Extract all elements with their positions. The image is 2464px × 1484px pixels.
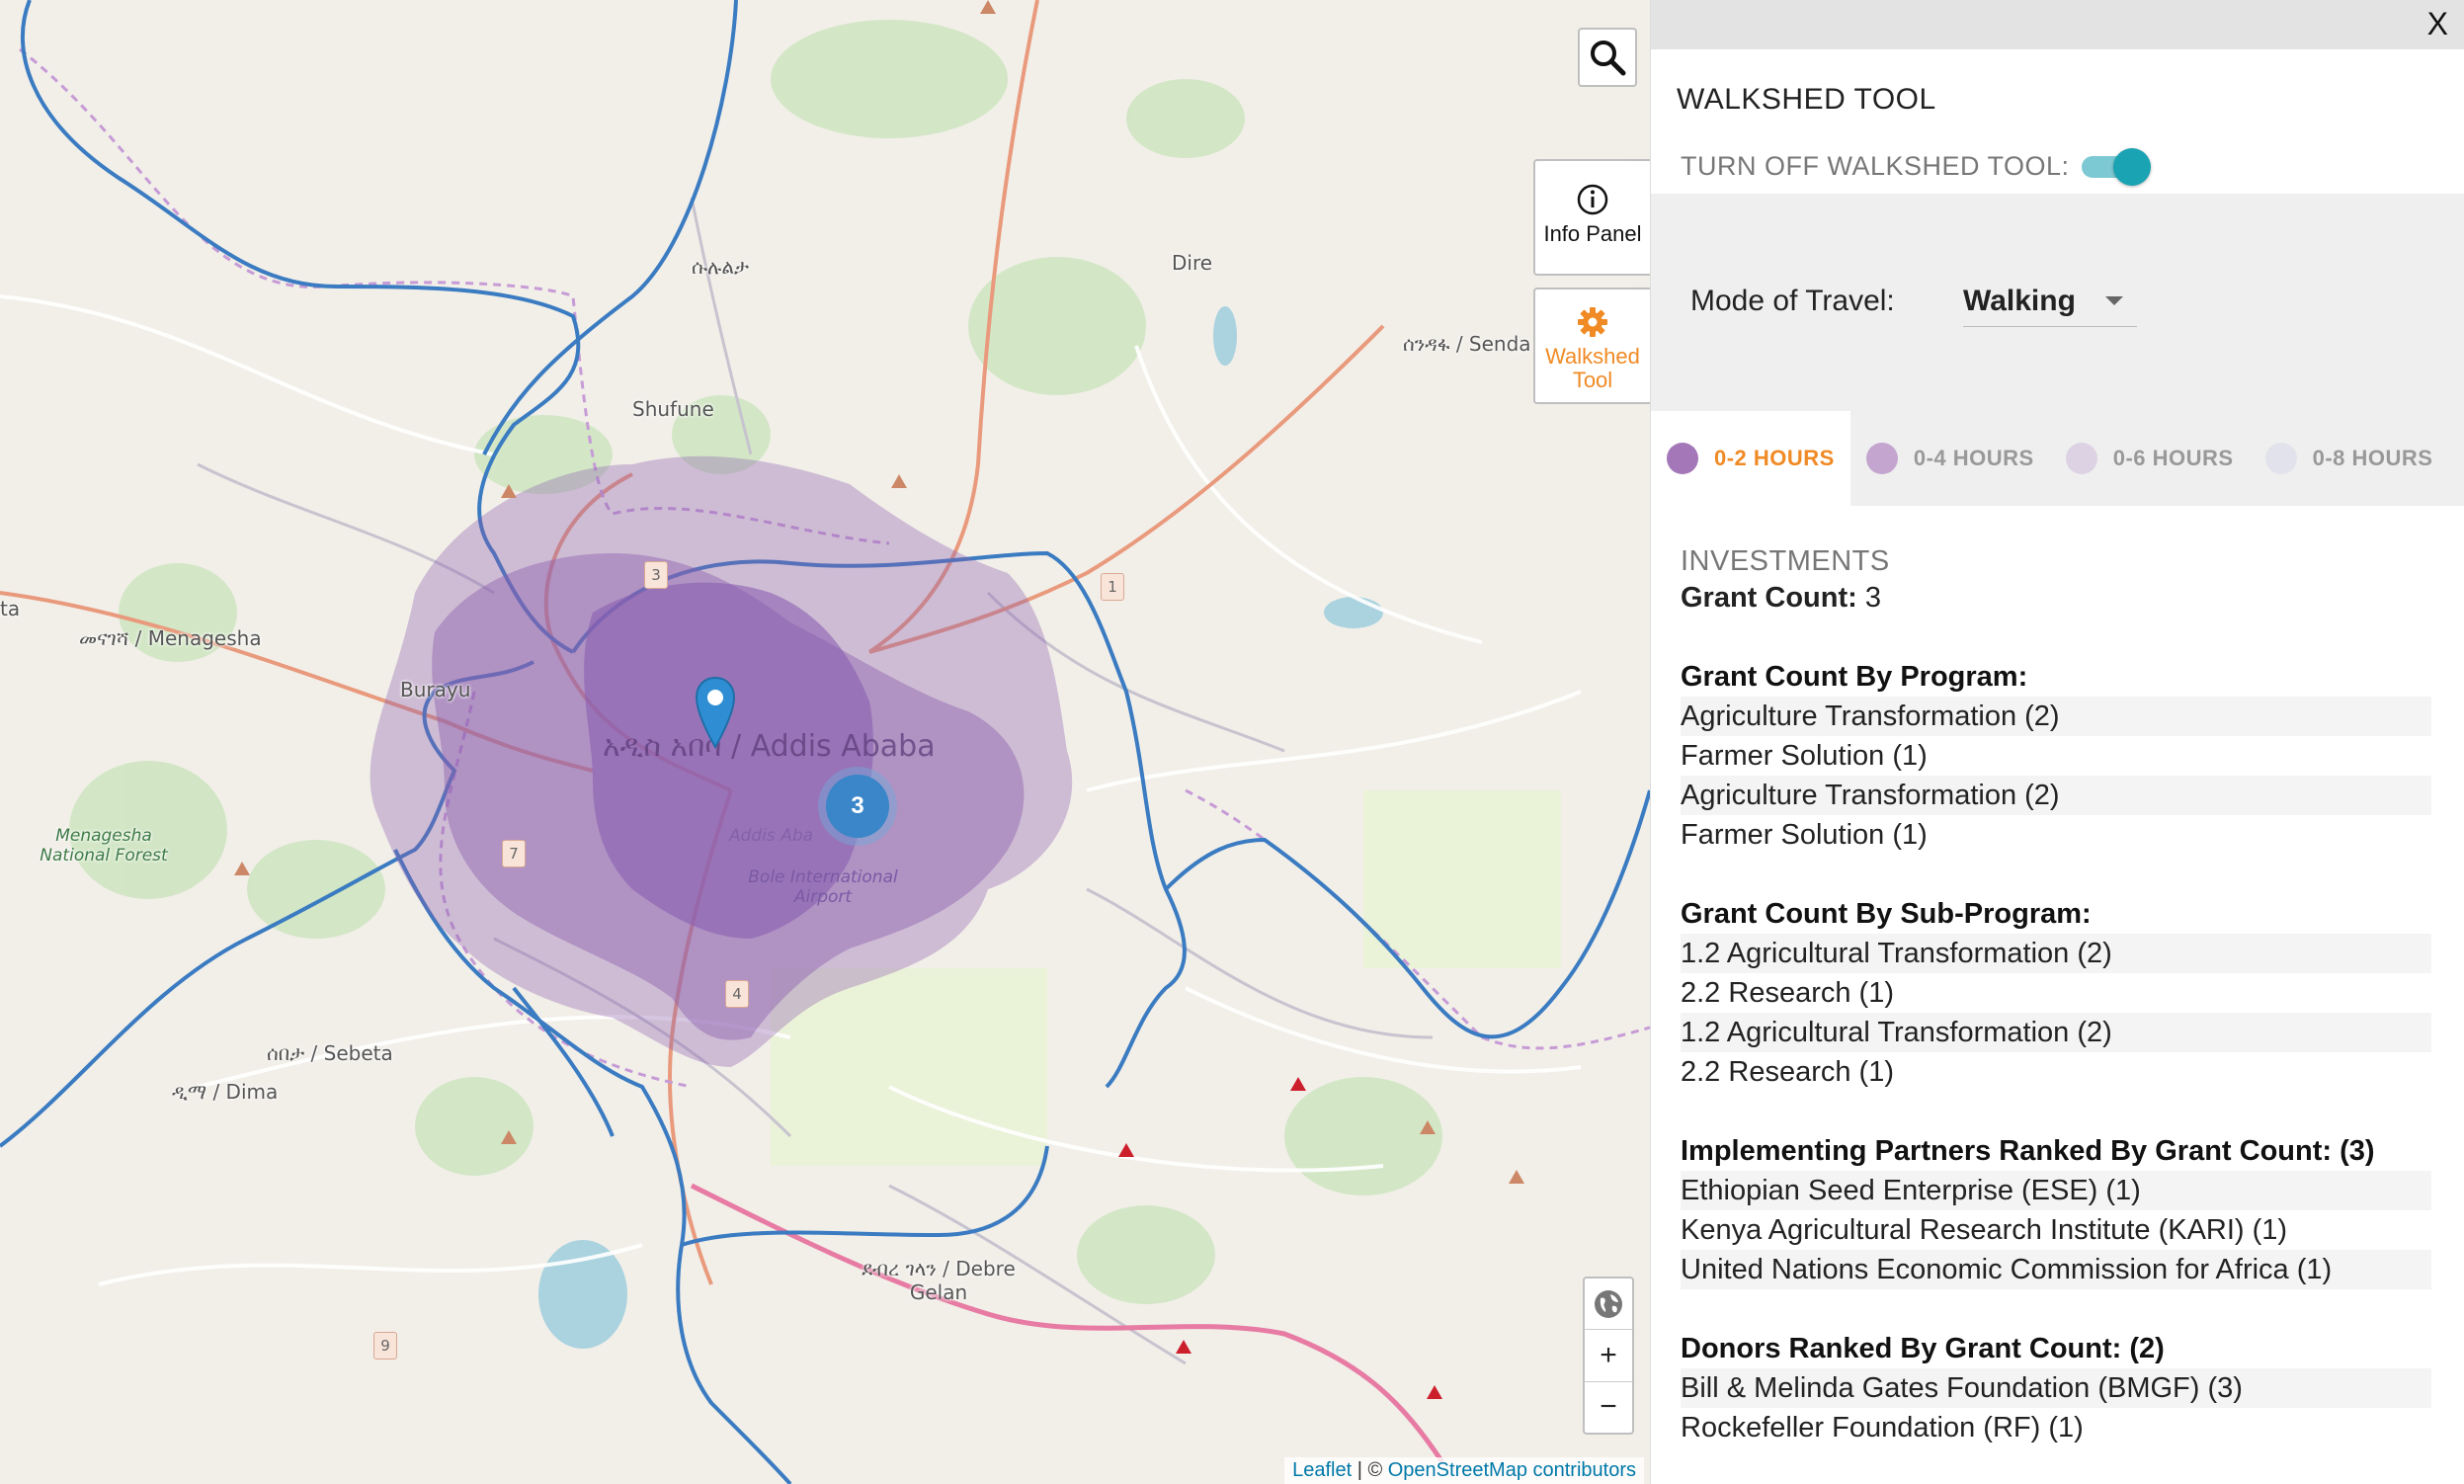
map-attribution: Leaflet | © OpenStreetMap contributors [1284,1457,1644,1484]
leaflet-link[interactable]: Leaflet [1292,1459,1352,1481]
hours-tab[interactable]: 0-2 HOURS [1651,411,1850,506]
map-label-ta: ta [0,597,21,620]
program-list-item: Agriculture Transformation (2) [1681,697,2431,736]
hours-tab-label: 0-2 HOURS [1714,446,1835,470]
osm-link[interactable]: OpenStreetMap contributors [1388,1459,1636,1481]
map-pin-icon[interactable] [695,676,736,749]
partner-list-item: United Nations Economic Commission for A… [1681,1250,2431,1289]
by-program-title: Grant Count By Program: [1681,661,2028,693]
map-label-sebeta: ሰበታ / Sebeta [267,1041,393,1065]
info-panel-button[interactable]: Info Panel [1533,159,1650,276]
map-label-shufune: Shufune [632,397,714,421]
gear-icon [1578,307,1607,337]
globe-icon [1595,1289,1622,1318]
grant-count-value: 3 [1864,582,1882,614]
map-label-airport: Bole International Airport [748,867,898,907]
by-subprogram-title: Grant Count By Sub-Program: [1681,898,2092,930]
donor-list-item: Bill & Melinda Gates Foundation (BMGF) (… [1681,1368,2431,1408]
search-button[interactable] [1578,28,1637,87]
program-list-item: Farmer Solution (1) [1681,819,1928,851]
donors-list: Bill & Melinda Gates Foundation (BMGF) (… [1681,1368,2431,1447]
by-program-list: Agriculture Transformation (2) Farmer Sol… [1681,697,2431,855]
map-label-dima: ዲማ / Dima [172,1080,279,1104]
hours-tab-label: 0-6 HOURS [2112,446,2234,470]
panel-header-bar: X [1651,0,2464,49]
map-label-sendafa: ሰንዳፋ / Senda [1403,332,1531,356]
program-list-item: Farmer Solution (1) [1681,740,1928,772]
hours-color-dot [1865,443,1898,474]
road-shield: 1 [1101,573,1124,601]
zoom-out-button[interactable]: − [1585,1382,1632,1433]
hours-tab[interactable]: 0-6 HOURS [2050,411,2250,506]
close-button[interactable]: X [2427,6,2448,42]
map-label-sululta: ሱሉልታ [692,255,749,279]
subprogram-list-item: 1.2 Agricultural Transformation (2) [1681,934,2431,973]
hours-tabs: 0-2 HOURS 0-4 HOURS 0-6 HOURS 0-8 HOURS [1651,411,2464,506]
map-label-menagesha: መናገሻ / Menagesha [79,626,262,650]
map-label-dire: Dire [1172,251,1213,275]
donors-title: Donors Ranked By Grant Count: (2) [1681,1333,2165,1364]
map-label-addis-small: Addis Aba [729,826,814,846]
investments-content: INVESTMENTS Grant Count: 3 Grant Count B… [1681,545,2431,1447]
mode-of-travel-select[interactable]: Walking [1963,281,2137,327]
walkshed-panel: X WALKSHED TOOL TURN OFF WALKSHED TOOL: … [1650,0,2464,1484]
map-canvas[interactable]: መናገሻ / Menagesha Burayu Shufune Dire ሱሉል… [0,0,1650,1484]
info-panel-label: Info Panel [1543,221,1642,246]
walkshed-toggle-row: TURN OFF WALKSHED TOOL: [1681,148,2151,186]
hours-tab-label: 0-8 HOURS [2312,446,2433,470]
chevron-down-icon [2105,296,2123,305]
hours-tab[interactable]: 0-4 HOURS [1850,411,2050,506]
partners-title: Implementing Partners Ranked By Grant Co… [1681,1135,2375,1167]
walkshed-label-1: Walkshed [1545,344,1640,369]
info-icon [1577,184,1608,215]
investments-heading: INVESTMENTS [1681,545,1890,577]
hours-tab[interactable]: 0-8 HOURS [2250,411,2449,506]
grant-count: Grant Count: 3 [1681,578,2431,618]
panel-title: WALKSHED TOOL [1677,83,1936,116]
walkshed-label-2: Tool [1572,368,1613,392]
walkshed-toggle[interactable] [2081,148,2151,186]
subprogram-list-item: 2.2 Research (1) [1681,1056,1894,1088]
subprogram-list-item: 2.2 Research (1) [1681,977,1894,1009]
road-shield: 7 [502,840,526,867]
hours-color-dot [2264,443,2297,474]
mode-of-travel-label: Mode of Travel: [1690,285,1895,317]
layers-button[interactable] [1585,1278,1632,1331]
hours-tab-label: 0-4 HOURS [1913,446,2034,470]
hours-color-dot [2065,443,2097,474]
cluster-count: 3 [826,775,889,838]
hours-color-dot [1667,443,1698,474]
map-label-debre-gelan: ደብረ ገላን / Debre Gelan [862,1257,1016,1304]
donor-list-item: Rockefeller Foundation (RF) (1) [1681,1412,2084,1443]
map-zoom-controls: + − [1583,1277,1634,1435]
road-shield: 3 [644,561,668,589]
subprogram-list-item: 1.2 Agricultural Transformation (2) [1681,1013,2431,1052]
partner-list-item: Kenya Agricultural Research Institute (K… [1681,1214,2288,1246]
road-shield: 9 [373,1332,397,1360]
road-shield: 4 [725,980,749,1008]
mode-of-travel-value: Walking [1963,285,2076,317]
program-list-item: Agriculture Transformation (2) [1681,776,2431,815]
map-label-burayu: Burayu [400,678,471,701]
grant-count-label: Grant Count: [1681,582,1857,614]
toggle-label: TURN OFF WALKSHED TOOL: [1681,150,2070,181]
by-subprogram-list: 1.2 Agricultural Transformation (2) 2.2 R… [1681,934,2431,1092]
toggle-knob [2112,148,2151,186]
mode-of-travel-section: Mode of Travel: Walking [1651,194,2464,411]
partner-list-item: Ethiopian Seed Enterprise (ESE) (1) [1681,1171,2431,1210]
marker-cluster[interactable]: 3 [818,767,897,846]
zoom-in-button[interactable]: + [1585,1330,1632,1382]
search-icon [1591,41,1626,76]
walkshed-tool-button[interactable]: Walkshed Tool [1533,288,1650,404]
map-label-forest: Menagesha National Forest [40,826,168,866]
attribution-separator: | © [1352,1459,1388,1481]
partners-list: Ethiopian Seed Enterprise (ESE) (1) Kenya… [1681,1171,2431,1289]
